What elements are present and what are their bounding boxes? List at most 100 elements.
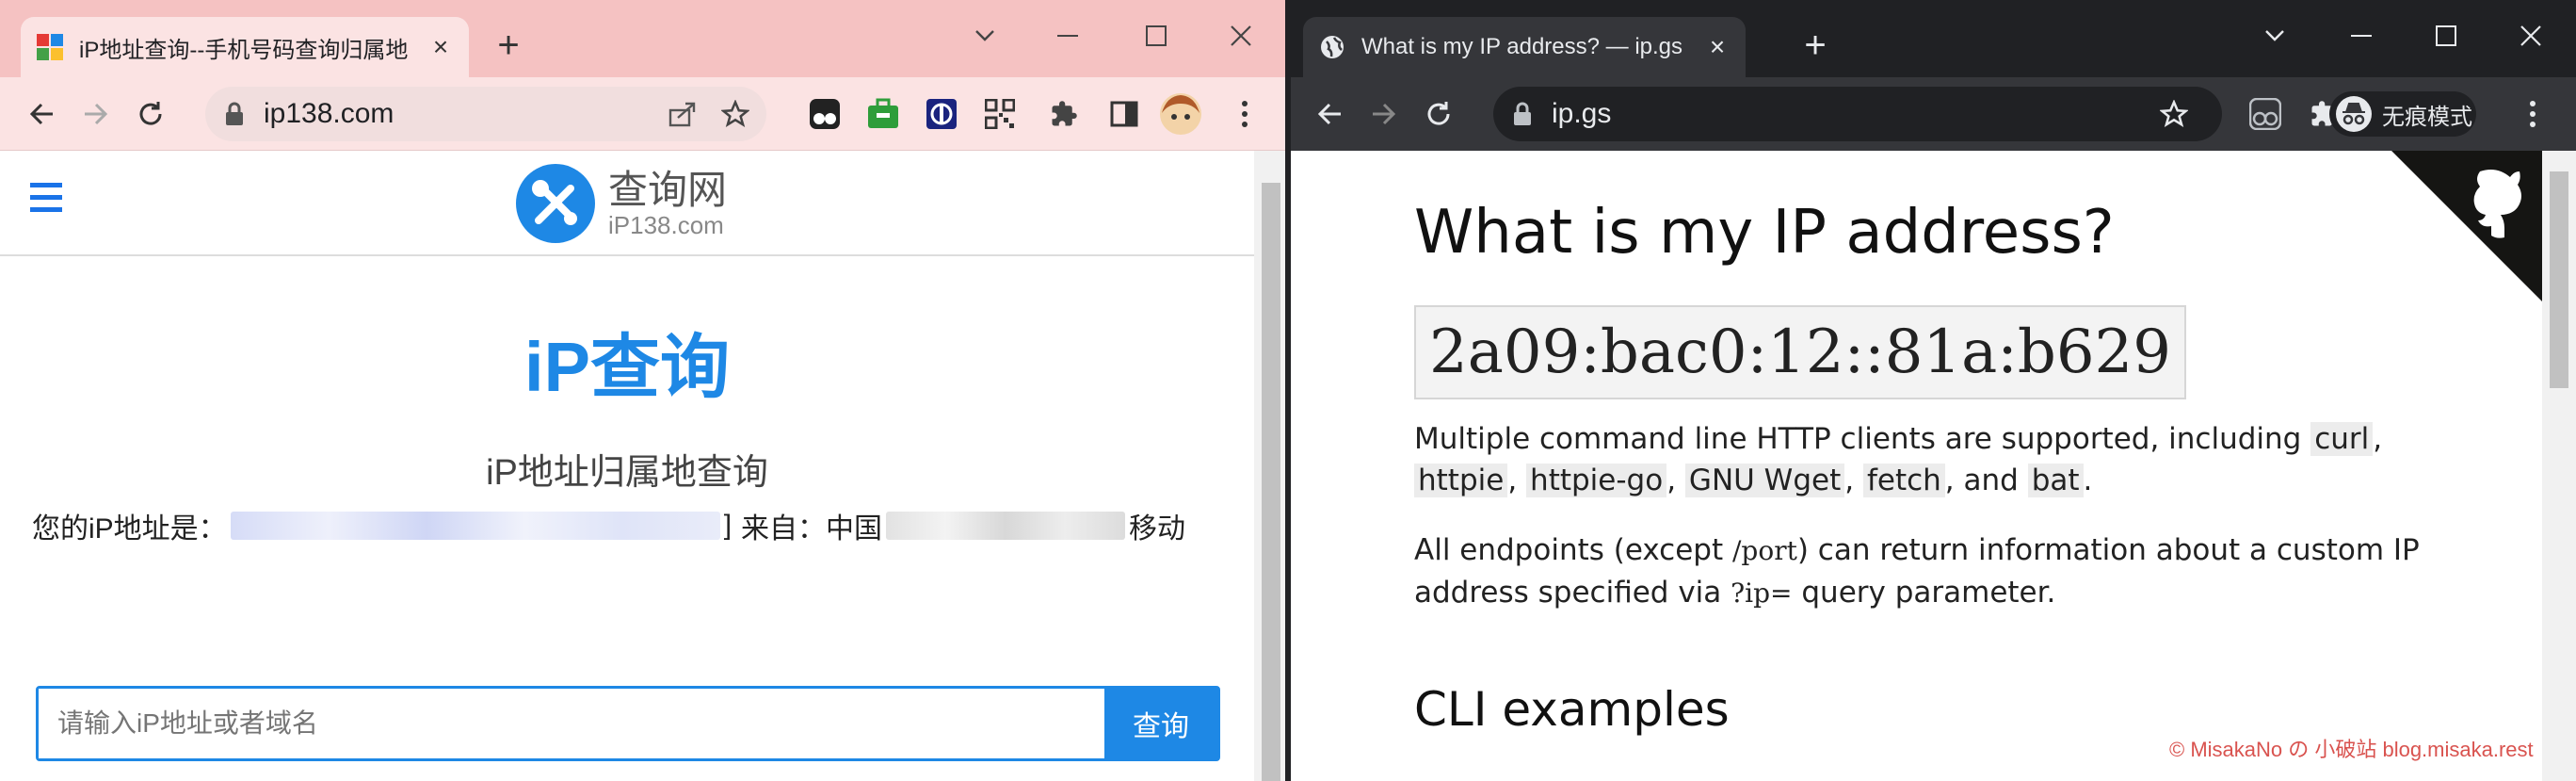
cli-examples-heading: CLI examples [1414,682,1730,737]
address-bar[interactable]: ip.gs [1493,87,2222,141]
ip138-favicon [36,33,64,61]
tab-search-icon[interactable] [2254,17,2295,55]
httpie-go-link[interactable]: httpie-go [1526,464,1667,497]
incognito-badge[interactable]: 无痕模式 [2329,91,2476,137]
para-text: , [1844,464,1855,497]
minimize-icon[interactable] [2341,17,2382,55]
scrollbar[interactable] [2542,151,2576,781]
github-corner-link[interactable] [2391,151,2542,306]
back-icon[interactable] [21,93,62,135]
toolbar: ip.gs 无痕模式 [1288,77,2576,151]
right-browser-window: What is my IP address? — ip.gs × + ip.gs… [1288,0,2576,781]
incognito-label: 无痕模式 [2382,104,2472,130]
new-tab-icon[interactable]: + [490,26,527,66]
scrollbar[interactable] [1254,151,1288,781]
para-text: , [2373,422,2383,456]
para-text: , [1507,464,1518,497]
avatar[interactable] [1158,91,1203,137]
maximize-icon[interactable] [1135,17,1177,55]
logo-main-text: 查询网 [608,168,728,212]
ip-bracket: ] [723,510,733,541]
clients-paragraph: Multiple command line HTTP clients are s… [1414,418,2431,501]
close-window-icon[interactable] [2510,17,2552,55]
close-tab-icon[interactable]: × [1704,34,1731,60]
forward-icon[interactable] [1363,93,1405,135]
github-icon [2391,151,2542,301]
close-tab-icon[interactable]: × [427,34,454,60]
url-text: ip.gs [1552,98,1612,129]
close-window-icon[interactable] [1220,17,1262,55]
hamburger-icon[interactable] [30,183,62,217]
tampermonkey-extension-icon[interactable] [806,95,844,133]
page-subtitle: iP地址归属地查询 [486,453,768,493]
search-input[interactable] [39,689,1104,758]
ip-info-line: 您的iP地址是： ] 来自：中国 移动 [32,505,1185,546]
left-browser-window: iP地址查询--手机号码查询归属地 × + ip138.com 查询网 iP13… [0,0,1288,781]
qr-code-extension-icon[interactable] [981,95,1019,133]
para-text: Multiple command line HTTP clients are s… [1414,422,2302,456]
tab-title: What is my IP address? — ip.gs [1361,34,1683,59]
page-heading: What is my IP address? [1414,198,2115,268]
window-divider [1285,0,1291,781]
search-form: 查询 [36,686,1220,761]
logo-sub-text: iP138.com [608,211,724,239]
para-text: , [1666,464,1677,497]
back-icon[interactable] [1309,93,1350,135]
incognito-icon [2336,96,2372,132]
tampermonkey-extension-icon[interactable] [2246,95,2284,133]
para-text: , and [1944,464,2019,497]
fetch-link[interactable]: fetch [1862,464,1945,497]
sidebar-icon[interactable] [1105,95,1143,133]
reload-icon[interactable] [130,93,171,135]
header-divider [0,254,1254,256]
address-bar[interactable]: ip138.com [205,87,766,141]
tab-ipgs[interactable]: What is my IP address? — ip.gs × [1303,17,1746,77]
scrollbar-thumb[interactable] [2550,171,2568,388]
translate-extension-icon[interactable] [923,95,960,133]
httpie-link[interactable]: httpie [1414,464,1508,497]
page-content: 查询网 iP138.com iP查询 iP地址归属地查询 您的iP地址是： ] … [0,151,1254,781]
page-content: What is my IP address? 2a09:bac0:12::81a… [1288,151,2542,781]
blurred-location [886,512,1126,540]
wget-link[interactable]: GNU Wget [1684,464,1845,497]
menu-icon[interactable] [2514,95,2552,133]
blurred-ip [230,512,720,540]
logo-tools-icon [516,164,595,243]
para-text: . [2083,464,2093,497]
carrier-text: 移动 [1129,513,1186,545]
para-text: All endpoints (except [1414,533,1724,567]
reload-icon[interactable] [1418,93,1459,135]
globe-icon [1318,33,1346,61]
watermark: © MisakaNo の 小破站 blog.misaka.rest [2169,738,2534,761]
page-title: iP查询 [524,328,730,406]
lock-icon[interactable] [1512,102,1533,126]
extensions-icon[interactable] [1045,95,1083,133]
url-text: ip138.com [264,98,394,129]
tab-ip138[interactable]: iP地址查询--手机号码查询归属地 × [21,17,469,77]
menu-icon[interactable] [1226,95,1264,133]
new-tab-icon[interactable]: + [1796,26,1834,66]
ip-address-display[interactable]: 2a09:bac0:12::81a:b629 [1414,305,2186,399]
tab-strip: What is my IP address? — ip.gs × + [1288,0,2576,77]
share-icon[interactable] [668,101,697,132]
tab-search-icon[interactable] [964,17,1006,55]
star-icon[interactable] [720,99,750,133]
search-button[interactable]: 查询 [1104,689,1217,758]
endpoints-paragraph: All endpoints (except /port) can return … [1414,529,2431,614]
lock-icon[interactable] [224,102,245,126]
forward-icon[interactable] [75,93,117,135]
ip-prefix: 您的iP地址是： [32,513,227,545]
star-icon[interactable] [2159,99,2189,133]
minimize-icon[interactable] [1047,17,1088,55]
from-label: 来自：中国 [741,513,883,545]
bat-link[interactable]: bat [2027,464,2084,497]
port-code: /port [1731,535,1797,566]
para-text: query parameter. [1801,576,2056,610]
site-logo[interactable]: 查询网 iP138.com [516,164,727,243]
curl-link[interactable]: curl [2310,422,2374,456]
toolbar: ip138.com [0,77,1288,151]
maximize-icon[interactable] [2425,17,2467,55]
ip-param-code: ?ip= [1731,578,1793,609]
scrollbar-thumb[interactable] [1262,183,1280,781]
toolbox-extension-icon[interactable] [864,95,902,133]
